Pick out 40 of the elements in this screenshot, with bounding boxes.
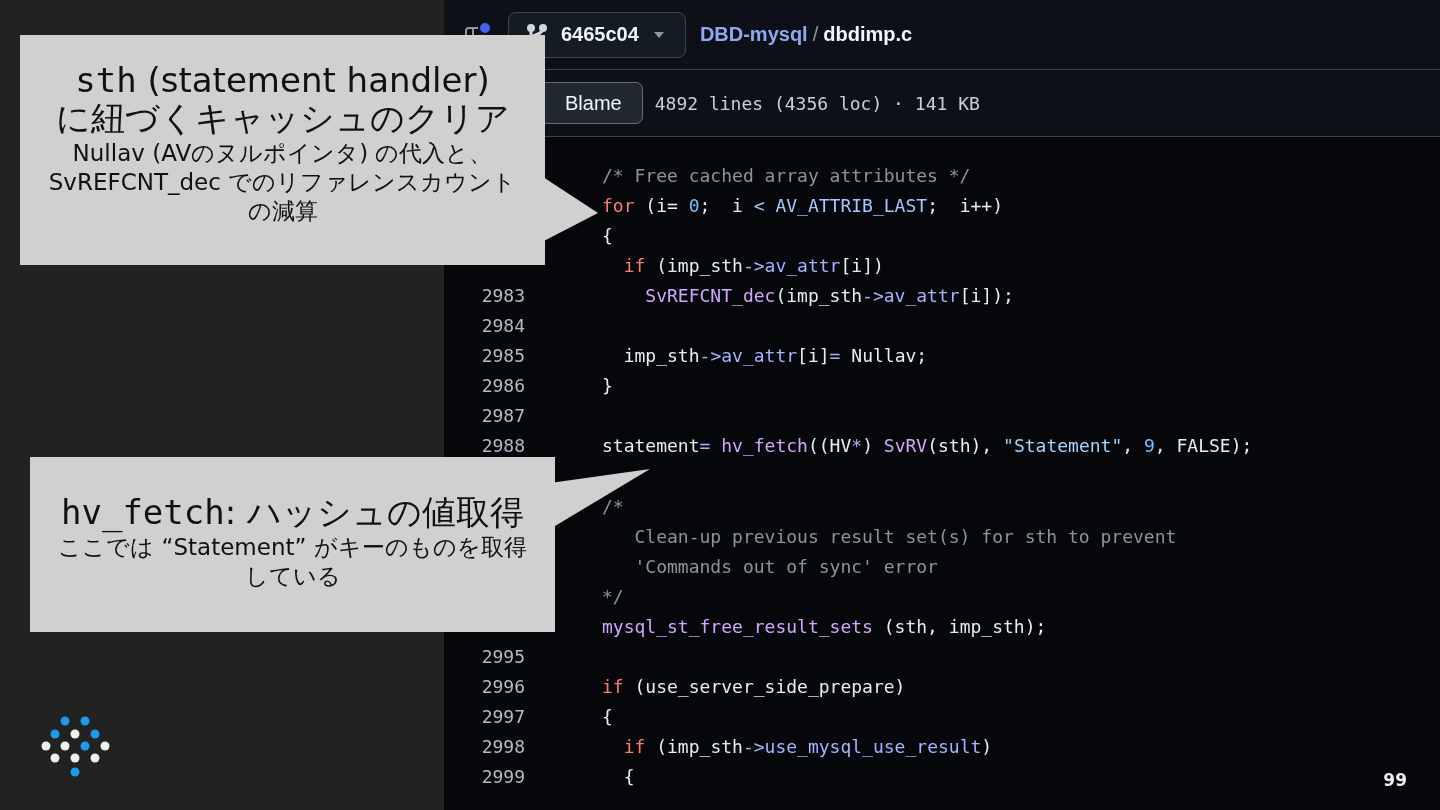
- callout-title: sth (statement handler): [75, 61, 490, 99]
- repo-link[interactable]: DBD-mysql: [699, 23, 808, 46]
- code-line: }: [602, 375, 613, 397]
- code-line: */: [602, 585, 624, 607]
- code-line: imp_sth->av_attr[i]= Nullav;: [622, 345, 928, 367]
- line-number: 2983: [481, 284, 525, 306]
- line-number: 2988: [481, 435, 525, 457]
- code-line: statement= hv_fetch((HV*) SvRV(sth), "Statement", 9, FALSE);: [602, 435, 1253, 457]
- code-line: for (i= 0; i < AV_ATTRIB_LAST; i++): [602, 194, 1003, 216]
- line-number: 2987: [481, 405, 525, 427]
- code-line: /* Free cached array attributes */: [602, 164, 971, 186]
- caret-icon: [652, 30, 665, 39]
- line-number: 2996: [481, 676, 525, 698]
- line-number: 2995: [481, 646, 525, 668]
- code-line: if (imp_sth->use_mysql_use_result): [622, 736, 993, 758]
- code-line: SvREFCNT_dec(imp_sth->av_attr[i]);: [644, 284, 1014, 306]
- line-number: 2986: [481, 375, 525, 397]
- code-line: /*: [602, 495, 624, 517]
- callout-text: Nullav (AVのヌルポインタ) の代入と、SvREFCNT_dec でのリファレンスカウントの減算: [47, 139, 518, 226]
- file-info: 4892 lines (4356 loc) · 141 KB: [654, 92, 980, 114]
- code-line: 'Commands out of sync' error: [633, 555, 938, 577]
- callout-text: ここでは “Statement” がキーのものを取得している: [57, 533, 528, 591]
- code-line: if (use_server_side_prepare): [602, 676, 906, 698]
- code-line: {: [622, 766, 635, 788]
- line-number: 2985: [481, 345, 525, 367]
- code-line: {: [602, 706, 613, 728]
- code-line: Clean-up previous result set(s) for sth to prevent: [633, 525, 1177, 547]
- line-number: 2984: [481, 315, 525, 336]
- line-number: 2999: [481, 766, 525, 788]
- page-number: 99: [1383, 770, 1407, 790]
- file-name: dbdimp.c: [823, 23, 913, 46]
- line-number: 2998: [481, 736, 525, 758]
- code-line: {: [602, 224, 613, 246]
- code-line: mysql_st_free_result_sets (sth, imp_sth);: [602, 615, 1047, 637]
- callout-title: hv_fetch: ハッシュの値取得: [61, 493, 524, 531]
- branch-selector[interactable]: 6465c04: [508, 11, 686, 58]
- code-line: if (imp_sth->av_attr[i]): [622, 254, 884, 276]
- path-separator: /: [812, 23, 819, 46]
- line-number: 2997: [481, 706, 525, 728]
- callout-title: に紐づくキャッシュのクリア: [55, 99, 510, 137]
